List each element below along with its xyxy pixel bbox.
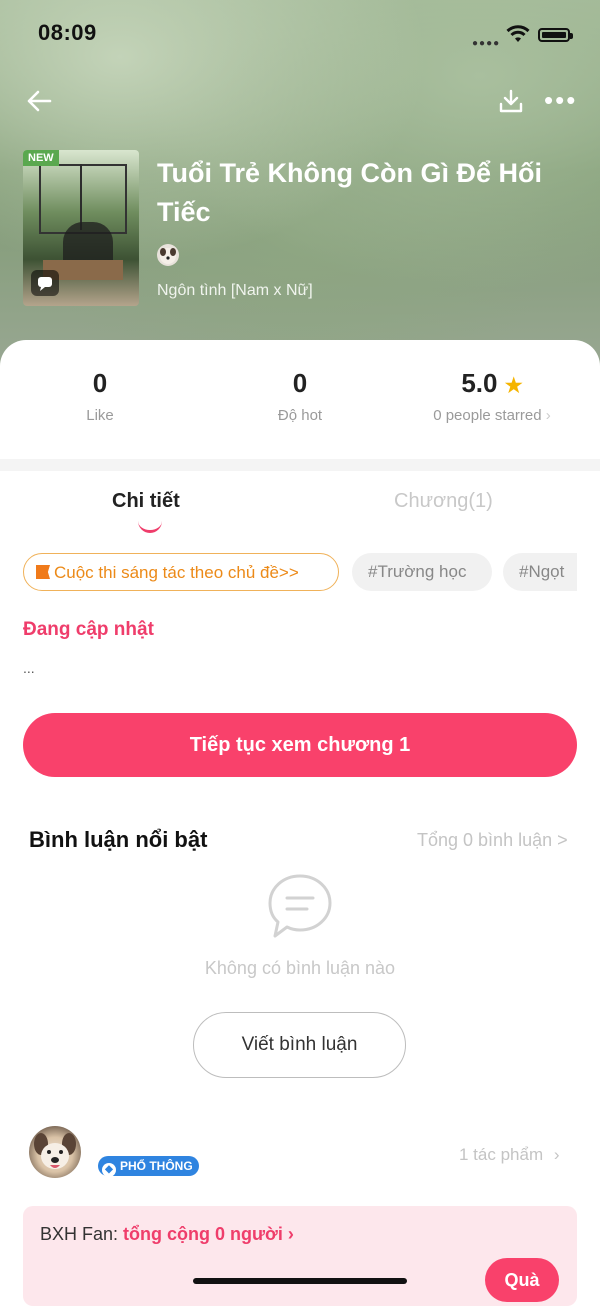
- stat-likes: 0 Like: [0, 368, 200, 424]
- contest-tag-label: Cuộc thi sáng tác theo chủ đề>>: [54, 563, 299, 582]
- book-cover[interactable]: NEW: [23, 150, 139, 306]
- fan-ranking-card[interactable]: BXH Fan: tổng cộng 0 người › Quà: [23, 1206, 577, 1306]
- back-arrow-icon[interactable]: [24, 86, 54, 116]
- empty-comments-text: Không có bình luận nào: [204, 958, 396, 978]
- update-status: Đang cập nhật: [23, 619, 154, 640]
- download-icon[interactable]: [498, 88, 524, 114]
- home-indicator: [193, 1278, 407, 1284]
- likes-label: Like: [86, 407, 114, 424]
- new-badge: NEW: [23, 150, 59, 166]
- hot-label: Độ hot: [277, 407, 323, 424]
- dog-avatar-icon: [160, 248, 176, 264]
- author-avatar[interactable]: [157, 244, 179, 266]
- battery-icon: [538, 28, 573, 42]
- contest-tag[interactable]: Cuộc thi sáng tác theo chủ đề>>: [23, 553, 339, 591]
- works-count: 1 tác phẩm: [459, 1145, 544, 1164]
- drop-icon: ◆: [102, 1163, 116, 1177]
- tag-clip: #Ngọt: [503, 553, 577, 591]
- status-bar: 08:09 ●●●●: [0, 0, 600, 70]
- total-comments-link[interactable]: Tổng 0 bình luận >: [417, 830, 568, 851]
- rating-value: 5.0: [461, 368, 498, 398]
- signal-icon: ●●●●: [472, 38, 501, 49]
- summary-text: ...: [23, 660, 35, 676]
- dog-photo-icon: [34, 1133, 76, 1169]
- more-options-icon[interactable]: •••: [544, 87, 577, 113]
- wifi-icon: [506, 25, 530, 42]
- chat-icon: [38, 277, 52, 291]
- book-genre: Ngôn tình [Nam x Nữ]: [157, 282, 313, 299]
- tag-school[interactable]: #Trường học: [352, 553, 492, 591]
- chevron-right-icon: ›: [287, 1224, 294, 1244]
- tab-chapters[interactable]: Chương(1): [394, 490, 493, 513]
- author-profile-avatar[interactable]: [29, 1126, 81, 1178]
- rank-badge-label: PHỔ THÔNG: [120, 1159, 193, 1173]
- comment-empty-icon: [268, 874, 332, 938]
- chevron-right-icon: ›: [545, 407, 551, 424]
- featured-comments-title: Bình luận nổi bật: [29, 827, 208, 852]
- stat-hot: 0 Độ hot: [200, 368, 400, 424]
- gift-button[interactable]: Quà: [485, 1258, 559, 1302]
- comment-bubble-icon: [31, 270, 59, 296]
- tag-sweet[interactable]: #Ngọt: [503, 553, 577, 591]
- status-time: 08:09: [38, 20, 97, 45]
- likes-count: 0: [92, 368, 108, 398]
- rating-label: 0 people starred: [433, 407, 542, 424]
- stat-rating[interactable]: 5.0 ★ 0 people starred ›: [392, 368, 592, 424]
- hot-count: 0: [292, 368, 308, 398]
- section-divider: [0, 459, 600, 471]
- book-title: Tuổi Trẻ Không Còn Gì Để Hối Tiếc: [157, 158, 542, 227]
- fan-ranking-label: BXH Fan:: [40, 1224, 119, 1244]
- fan-ranking-count: tổng cộng 0 người: [123, 1224, 283, 1244]
- cover-window-divider: [80, 164, 82, 230]
- chevron-right-icon: ›: [553, 1145, 560, 1164]
- author-works-link[interactable]: 1 tác phẩm ›: [459, 1145, 560, 1165]
- write-comment-button[interactable]: Viết bình luận: [193, 1012, 406, 1078]
- flag-icon: [36, 565, 50, 579]
- fan-ranking-text: BXH Fan: tổng cộng 0 người ›: [40, 1224, 294, 1245]
- star-icon: ★: [504, 375, 523, 397]
- tab-details[interactable]: Chi tiết: [112, 490, 180, 513]
- rank-badge: ◆ PHỔ THÔNG: [98, 1156, 199, 1177]
- continue-reading-button[interactable]: Tiếp tục xem chương 1: [23, 713, 577, 777]
